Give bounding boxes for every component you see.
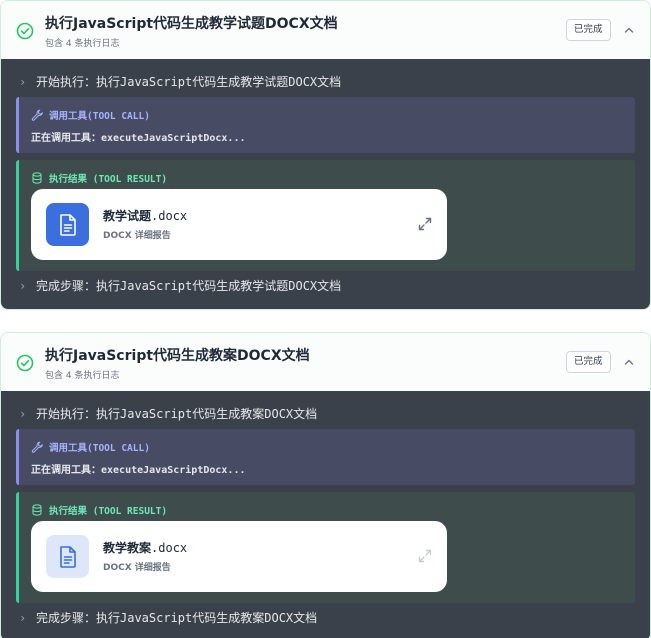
wrench-icon xyxy=(31,109,43,121)
check-circle-icon xyxy=(16,22,34,40)
log-end-text: 完成步骤：执行JavaScript代码生成教案DOCX文档 xyxy=(36,611,318,625)
chevron-right-icon: › xyxy=(19,75,27,89)
file-card[interactable]: 教学试题.docx DOCX 详细报告 xyxy=(31,189,447,260)
tool-call-text: 正在调用工具：executeJavaScriptDocx... xyxy=(31,133,246,144)
task-card-header[interactable]: 执行JavaScript代码生成教学试题DOCX文档 包含 4 条执行日志 已完… xyxy=(1,1,650,59)
document-icon xyxy=(46,203,89,246)
wrench-icon xyxy=(31,441,43,453)
file-name: 教学教案.docx xyxy=(103,539,187,556)
file-name: 教学试题.docx xyxy=(103,207,187,224)
status-badge: 已完成 xyxy=(566,19,611,41)
file-meta: DOCX 详细报告 xyxy=(103,563,171,573)
tool-result-label: 执行结果 (TOOL RESULT) xyxy=(31,171,167,185)
tool-result-label-text: 执行结果 (TOOL RESULT) xyxy=(49,506,168,517)
task-log-body: › 开始执行：执行JavaScript代码生成教学试题DOCX文档 调用工具(TO… xyxy=(1,59,650,309)
expand-icon[interactable] xyxy=(417,216,433,232)
task-card-1: 执行JavaScript代码生成教学试题DOCX文档 包含 4 条执行日志 已完… xyxy=(0,0,651,310)
tool-call-label: 调用工具(TOOL CALL) xyxy=(31,108,150,122)
tool-result-block: 执行结果 (TOOL RESULT) 教学试题.docx DOCX 详细报告 xyxy=(16,160,635,271)
log-start-text: 开始执行：执行JavaScript代码生成教案DOCX文档 xyxy=(36,407,318,421)
file-name-text: 教学试题 xyxy=(103,209,152,223)
tool-call-label: 调用工具(TOOL CALL) xyxy=(31,440,150,454)
expand-icon[interactable] xyxy=(417,548,433,564)
chevron-right-icon: › xyxy=(19,611,27,625)
check-circle-icon xyxy=(16,354,34,372)
task-card-2: 执行JavaScript代码生成教案DOCX文档 包含 4 条执行日志 已完成 … xyxy=(0,332,651,638)
tool-result-label-text: 执行结果 (TOOL RESULT) xyxy=(49,174,168,185)
task-log-body: › 开始执行：执行JavaScript代码生成教案DOCX文档 调用工具(TOOL… xyxy=(1,391,650,638)
log-end-line[interactable]: › 完成步骤：执行JavaScript代码生成教学试题DOCX文档 xyxy=(19,277,341,294)
database-icon xyxy=(32,504,42,516)
file-name-text: 教学教案 xyxy=(103,541,152,555)
log-start-line[interactable]: › 开始执行：执行JavaScript代码生成教学试题DOCX文档 xyxy=(19,73,341,90)
task-card-header[interactable]: 执行JavaScript代码生成教案DOCX文档 包含 4 条执行日志 已完成 xyxy=(1,333,650,391)
task-log-count: 包含 4 条执行日志 xyxy=(45,39,120,49)
log-end-text: 完成步骤：执行JavaScript代码生成教学试题DOCX文档 xyxy=(36,279,342,293)
chevron-right-icon: › xyxy=(19,407,27,421)
task-log-count: 包含 4 条执行日志 xyxy=(45,371,120,381)
chevron-up-icon[interactable] xyxy=(622,23,636,37)
chevron-up-icon[interactable] xyxy=(622,355,636,369)
file-card[interactable]: 教学教案.docx DOCX 详细报告 xyxy=(31,521,447,592)
file-extension: .docx xyxy=(151,541,188,555)
tool-call-text: 正在调用工具：executeJavaScriptDocx... xyxy=(31,465,246,476)
log-start-text: 开始执行：执行JavaScript代码生成教学试题DOCX文档 xyxy=(36,75,342,89)
chevron-right-icon: › xyxy=(19,279,27,293)
database-icon xyxy=(32,172,42,184)
file-meta: DOCX 详细报告 xyxy=(103,231,171,241)
status-badge: 已完成 xyxy=(566,351,611,373)
document-icon xyxy=(46,535,89,578)
log-end-line[interactable]: › 完成步骤：执行JavaScript代码生成教案DOCX文档 xyxy=(19,609,317,626)
tool-call-block: 调用工具(TOOL CALL) 正在调用工具：executeJavaScript… xyxy=(16,97,635,153)
task-title: 执行JavaScript代码生成教学试题DOCX文档 xyxy=(45,16,338,32)
task-title: 执行JavaScript代码生成教案DOCX文档 xyxy=(45,348,310,364)
tool-result-label: 执行结果 (TOOL RESULT) xyxy=(31,503,167,517)
file-extension: .docx xyxy=(151,209,188,223)
tool-result-block: 执行结果 (TOOL RESULT) 教学教案.docx DOCX 详细报告 xyxy=(16,492,635,603)
log-start-line[interactable]: › 开始执行：执行JavaScript代码生成教案DOCX文档 xyxy=(19,405,317,422)
tool-call-label-text: 调用工具(TOOL CALL) xyxy=(49,111,150,122)
tool-call-label-text: 调用工具(TOOL CALL) xyxy=(49,443,150,454)
tool-call-block: 调用工具(TOOL CALL) 正在调用工具：executeJavaScript… xyxy=(16,429,635,485)
